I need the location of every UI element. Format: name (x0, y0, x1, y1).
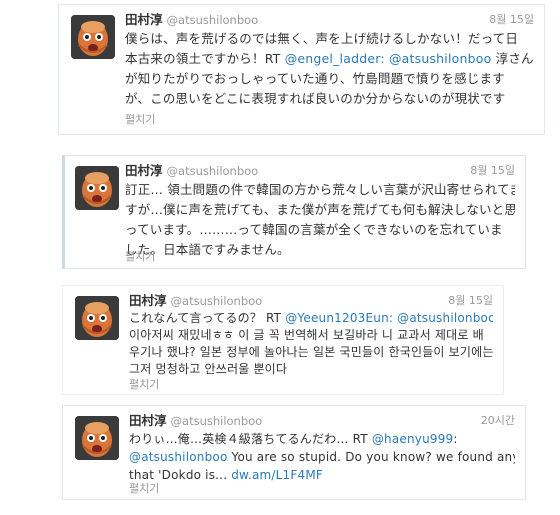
url-link[interactable]: dw.am/L1F4MF (231, 468, 323, 482)
user-name[interactable]: 田村淳 (129, 293, 167, 308)
text-segment: : (453, 432, 458, 446)
text-segment: すが…僕に声を荒げても、また僕が声を荒げても何も解決しないと思 (125, 202, 515, 217)
tweet-text-line: すが…僕に声を荒げても、また僕が声を荒げても何も解決しないと思 (125, 200, 515, 220)
tweet-text-line: 우기나 했냐? 일본 정부에 놀아나는 일본 국민들이 한국인들이 보기에는 (129, 344, 493, 361)
tweet-text-line: 僕らは、声を荒げるのでは無く、声を上げ続けるしかない！だって日 (125, 29, 534, 49)
tweet-timestamp[interactable]: 8월 15일 (470, 162, 515, 180)
expand-link[interactable]: 펼치기 (129, 378, 159, 392)
text-segment: 淳さん (491, 51, 534, 66)
text-segment: わりぃ…俺…英検４級落ちてるんだわ… RT (129, 432, 372, 446)
expand-link[interactable]: 펼치기 (125, 113, 155, 127)
text-segment: that 'Dokdo is... (129, 468, 232, 482)
user-handle[interactable]: @atsushilonboo (171, 294, 263, 308)
tweet-text-line: 本古来の領土ですから！RT @engel_ladder: @atsushilon… (125, 49, 534, 69)
mention-link[interactable]: @Yeeun1203Eun: (285, 311, 393, 325)
tweet-text: 僕らは、声を荒げるのでは無く、声を上げ続けるしかない！だって日 本古来の領土ですか… (125, 29, 534, 109)
tweet-text-line: これなんて言ってるの？ RT @Yeeun1203Eun: @atsushilo… (129, 310, 493, 327)
avatar-image (75, 416, 119, 460)
user-avatar[interactable] (75, 296, 119, 340)
text-segment: 이아저씨 재밌네ㅎㅎ 이 글 꼭 번역해서 보길바라 니 교과서 제대로 배 (129, 328, 484, 342)
expand-link[interactable]: 펼치기 (129, 482, 159, 496)
text-segment: 本古来の領土ですから！RT (125, 51, 285, 66)
text-segment: っています。………って韓国の言葉が全くできないのを忘れていま (125, 222, 503, 237)
text-segment: You are so stupid. Do you know? we found… (231, 450, 516, 464)
tweet-timestamp[interactable]: 20시간 (481, 412, 515, 430)
tweet-timestamp[interactable]: 8월 15일 (448, 292, 493, 310)
user-name[interactable]: 田村淳 (125, 163, 163, 178)
user-name[interactable]: 田村淳 (125, 12, 163, 27)
tweet-text-line: っています。………って韓国の言葉が全くできないのを忘れていま (125, 220, 515, 240)
tweet-timestamp[interactable]: 8월 15일 (489, 11, 534, 29)
tweet-text-line: @atsushilonboo You are so stupid. Do you… (129, 448, 515, 466)
avatar-image (75, 296, 119, 340)
text-segment: 우기나 했냐? 일본 정부에 놀아나는 일본 국민들이 한국인들이 보기에는 (129, 345, 493, 359)
mention-link[interactable]: @engel_ladder: (285, 51, 385, 66)
mention-link[interactable]: @haenyu999 (372, 432, 454, 446)
tweet-text-line: 이아저씨 재밌네ㅎㅎ 이 글 꼭 번역해서 보길바라 니 교과서 제대로 배 (129, 327, 493, 344)
mention-link[interactable]: @atsushilonboo (389, 51, 491, 66)
user-avatar[interactable] (75, 166, 119, 210)
text-segment: 訂正… 領土問題の件で韓国の方から荒々しい言葉が沢山寄せられてま (125, 182, 515, 197)
user-avatar[interactable] (75, 416, 119, 460)
user-handle[interactable]: @atsushilonboo (171, 414, 263, 428)
mention-link[interactable]: @atsushilonboo (129, 450, 228, 464)
tweet-text: 訂正… 領土問題の件で韓国の方から荒々しい言葉が沢山寄せられてま すが…僕に声を荒… (125, 180, 515, 260)
avatar-image (71, 15, 115, 59)
tweet-text-line: が、この思いをどこに表現すれば良いのか分からないのが現状です (125, 89, 534, 109)
tweet-text-line: が知りたがりでおっしゃっていた通り、竹島問題で憤りを感じます (125, 69, 534, 89)
tweet-text-line: わりぃ…俺…英検４級落ちてるんだわ… RT @haenyu999: (129, 430, 515, 448)
tweet-text: わりぃ…俺…英検４級落ちてるんだわ… RT @haenyu999: @atsush… (129, 430, 515, 484)
text-segment: 그저 멍청하고 안쓰러울 뿐이다 (129, 362, 288, 376)
text-segment: が、この思いをどこに表現すれば良いのか分からないのが現状です (125, 91, 506, 106)
user-handle[interactable]: @atsushilonboo (167, 13, 259, 27)
tweet-text-line: した。日本語ですみません。 (125, 240, 515, 260)
mention-link[interactable]: @atsushilonboo (397, 311, 493, 325)
tweet-card: 田村淳 @atsushilonboo 8월 15일 これなんて言ってるの？ RT … (62, 285, 504, 395)
user-handle[interactable]: @atsushilonboo (167, 164, 259, 178)
avatar-image (75, 166, 119, 210)
tweet-text: これなんて言ってるの？ RT @Yeeun1203Eun: @atsushilo… (129, 310, 493, 378)
tweet-text-line: 그저 멍청하고 안쓰러울 뿐이다 (129, 361, 493, 378)
text-segment: 僕らは、声を荒げるのでは無く、声を上げ続けるしかない！だって日 (125, 31, 519, 46)
tweet-card: 田村淳 @atsushilonboo 20시간 わりぃ…俺…英検４級落ちてるんだわ… (62, 405, 526, 500)
tweet-card: 田村淳 @atsushilonboo 8월 15일 訂正… 領土問題の件で韓国の方… (62, 155, 526, 269)
tweet-text-line: that 'Dokdo is... dw.am/L1F4MF (129, 466, 515, 484)
user-name[interactable]: 田村淳 (129, 413, 167, 428)
tweet-text-line: 訂正… 領土問題の件で韓国の方から荒々しい言葉が沢山寄せられてま (125, 180, 515, 200)
expand-link[interactable]: 펼치기 (125, 250, 155, 264)
user-avatar[interactable] (71, 15, 115, 59)
text-segment: が知りたがりでおっしゃっていた通り、竹島問題で憤りを感じます (125, 71, 505, 86)
text-segment: これなんて言ってるの？ RT (129, 311, 286, 325)
tweet-card: 田村淳 @atsushilonboo 8월 15일 僕らは、声を荒げるのでは無く、… (58, 4, 545, 135)
